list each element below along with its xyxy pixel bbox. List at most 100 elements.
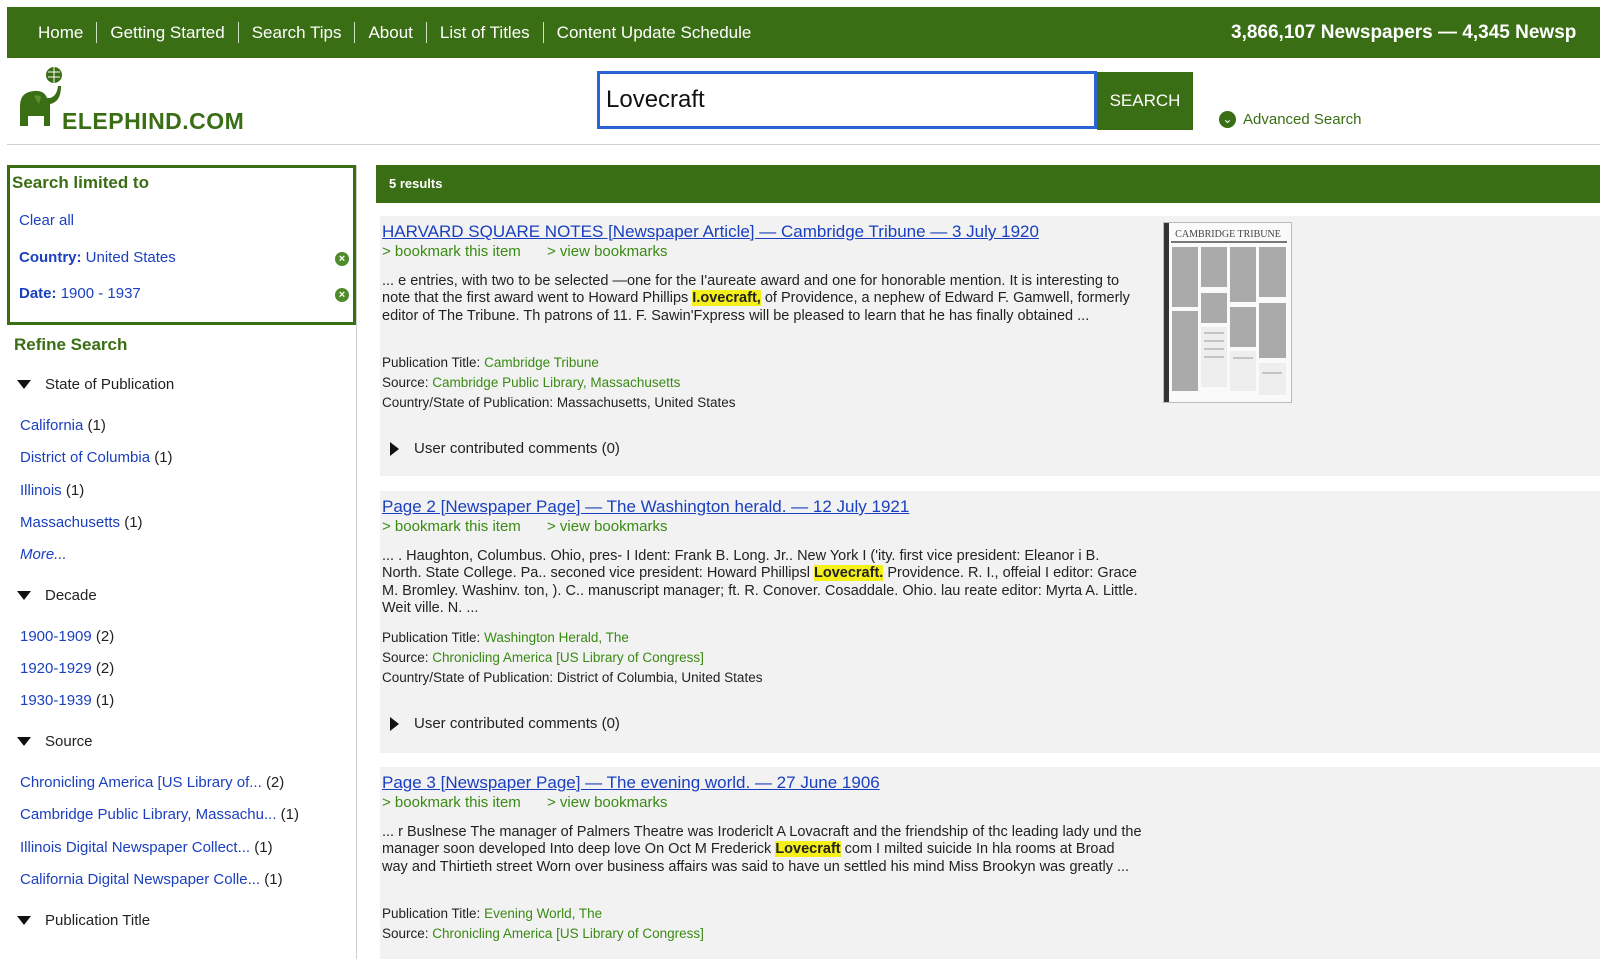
facet-count: (1) (254, 839, 273, 856)
facet-link[interactable]: 1920-1929 (20, 660, 92, 677)
meta-label: Country/State of Publication: (382, 395, 554, 410)
comments-toggle[interactable]: User contributed comments (0) (390, 440, 620, 457)
facet-count: (1) (154, 449, 173, 466)
source-row: Source: Chronicling America [US Library … (382, 926, 704, 941)
publication-title-row: Publication Title: Evening World, The (382, 906, 602, 921)
nav-about[interactable]: About (355, 23, 425, 43)
facet-link[interactable]: California (20, 417, 83, 434)
filter-label: Date: (19, 285, 57, 302)
result-title-link[interactable]: Page 3 [Newspaper Page] — The evening wo… (382, 773, 880, 793)
elephind-logo[interactable]: ELEPHIND.COM (14, 66, 244, 136)
main-nav: Home Getting Started Search Tips About L… (25, 7, 764, 58)
facet-link[interactable]: Cambridge Public Library, Massachu... (20, 806, 277, 823)
meta-label: Source: (382, 926, 429, 941)
facet-count: (1) (264, 871, 283, 888)
source-link[interactable]: Cambridge Public Library, Massachusetts (432, 375, 680, 390)
nav-home[interactable]: Home (25, 23, 96, 43)
result-title-link[interactable]: HARVARD SQUARE NOTES [Newspaper Article]… (382, 222, 1039, 242)
view-bookmarks-link[interactable]: > view bookmarks (547, 518, 667, 535)
facet-link[interactable]: District of Columbia (20, 449, 150, 466)
nav-search-tips[interactable]: Search Tips (239, 23, 355, 43)
result-actions: > bookmark this item > view bookmarks (382, 518, 689, 535)
facet-count: (1) (65, 482, 85, 499)
facet-item: Chronicling America [US Library of... (2… (20, 774, 284, 791)
publication-title-link[interactable]: Cambridge Tribune (484, 355, 599, 370)
meta-label: Publication Title: (382, 630, 481, 645)
facet-link[interactable]: Illinois (20, 482, 62, 499)
triangle-right-icon (390, 716, 399, 731)
result-actions: > bookmark this item > view bookmarks (382, 794, 689, 811)
country-row: Country/State of Publication: Massachuse… (382, 395, 735, 410)
view-bookmarks-link[interactable]: > view bookmarks (547, 794, 667, 811)
publication-title-link[interactable]: Evening World, The (484, 906, 602, 921)
bookmark-item-link[interactable]: > bookmark this item (382, 794, 521, 811)
facet-count: (2) (95, 628, 115, 645)
comments-toggle[interactable]: User contributed comments (0) (390, 715, 620, 732)
logo-text: ELEPHIND.COM (62, 108, 245, 134)
meta-label: Publication Title: (382, 355, 481, 370)
search-term-highlight: Lovecraft. (814, 565, 884, 582)
comments-label: User contributed comments (0) (414, 715, 620, 732)
nav-list-of-titles[interactable]: List of Titles (427, 23, 543, 43)
facet-link[interactable]: Illinois Digital Newspaper Collect... (20, 839, 250, 856)
facet-item: District of Columbia (1) (20, 449, 173, 466)
facet-link[interactable]: Chronicling America [US Library of... (20, 774, 262, 791)
comments-label: User contributed comments (0) (414, 440, 620, 457)
facet-decade-toggle[interactable]: Decade (17, 587, 97, 604)
filter-value: United States (85, 249, 176, 266)
triangle-down-icon (17, 737, 31, 746)
nav-getting-started[interactable]: Getting Started (97, 23, 237, 43)
elephant-icon (20, 67, 62, 126)
source-link[interactable]: Chronicling America [US Library of Congr… (432, 650, 704, 665)
source-row: Source: Cambridge Public Library, Massac… (382, 375, 680, 390)
advanced-search-link[interactable]: ⌄ Advanced Search (1219, 111, 1361, 128)
facet-link[interactable]: 1900-1909 (20, 628, 92, 645)
facet-publication-title-toggle[interactable]: Publication Title (17, 912, 150, 929)
search-term-highlight: Lovecraft (775, 841, 841, 858)
publication-title-row: Publication Title: Cambridge Tribune (382, 355, 599, 370)
country-row: Country/State of Publication: District o… (382, 670, 762, 685)
facet-link[interactable]: California Digital Newspaper Colle... (20, 871, 260, 888)
bookmark-item-link[interactable]: > bookmark this item (382, 518, 521, 535)
facet-item: Massachusetts (1) (20, 514, 143, 531)
facet-item: Cambridge Public Library, Massachu... (1… (20, 806, 299, 823)
result-title-link[interactable]: Page 2 [Newspaper Page] — The Washington… (382, 497, 909, 517)
triangle-down-icon (17, 591, 31, 600)
nav-content-update-schedule[interactable]: Content Update Schedule (544, 23, 765, 43)
source-row: Source: Chronicling America [US Library … (382, 650, 704, 665)
clear-all-link[interactable]: Clear all (19, 212, 74, 229)
thumb-masthead: CAMBRIDGE TRIBUNE (1175, 229, 1281, 240)
facet-link[interactable]: 1930-1939 (20, 692, 92, 709)
refine-search-title: Refine Search (14, 335, 128, 354)
result-actions: > bookmark this item > view bookmarks (382, 243, 689, 260)
publication-title-link[interactable]: Washington Herald, The (484, 630, 629, 645)
filter-label: Country: (19, 249, 82, 266)
facet-item: 1900-1909 (2) (20, 628, 114, 645)
source-link[interactable]: Chronicling America [US Library of Congr… (432, 926, 704, 941)
search-button[interactable]: SEARCH (1097, 72, 1193, 130)
search-input[interactable] (597, 71, 1097, 129)
facet-source-toggle[interactable]: Source (17, 733, 93, 750)
facet-link[interactable]: Massachusetts (20, 514, 120, 531)
facet-title: Source (45, 733, 93, 750)
facet-count: (1) (124, 514, 143, 531)
facet-count: (1) (95, 692, 115, 709)
result-item: Page 2 [Newspaper Page] — The Washington… (380, 491, 1600, 753)
facet-item: 1930-1939 (1) (20, 692, 114, 709)
facet-more-link[interactable]: More... (20, 546, 67, 563)
facet-item: 1920-1929 (2) (20, 660, 114, 677)
remove-filter-icon[interactable]: × (335, 288, 349, 302)
sidebar: Search limited to Clear all Country: Uni… (7, 165, 357, 959)
remove-filter-icon[interactable]: × (335, 252, 349, 266)
facet-item: Illinois Digital Newspaper Collect... (1… (20, 839, 273, 856)
newspaper-thumbnail[interactable]: CAMBRIDGE TRIBUNE (1163, 222, 1292, 403)
meta-label: Source: (382, 375, 429, 390)
view-bookmarks-link[interactable]: > view bookmarks (547, 243, 667, 260)
facet-state-toggle[interactable]: State of Publication (17, 376, 174, 393)
results-count-bar: 5 results (376, 165, 1600, 203)
facet-title: State of Publication (45, 376, 175, 393)
result-item: Page 3 [Newspaper Page] — The evening wo… (380, 767, 1600, 959)
filter-country: Country: United States (19, 249, 176, 266)
bookmark-item-link[interactable]: > bookmark this item (382, 243, 521, 260)
result-item: HARVARD SQUARE NOTES [Newspaper Article]… (380, 216, 1600, 476)
